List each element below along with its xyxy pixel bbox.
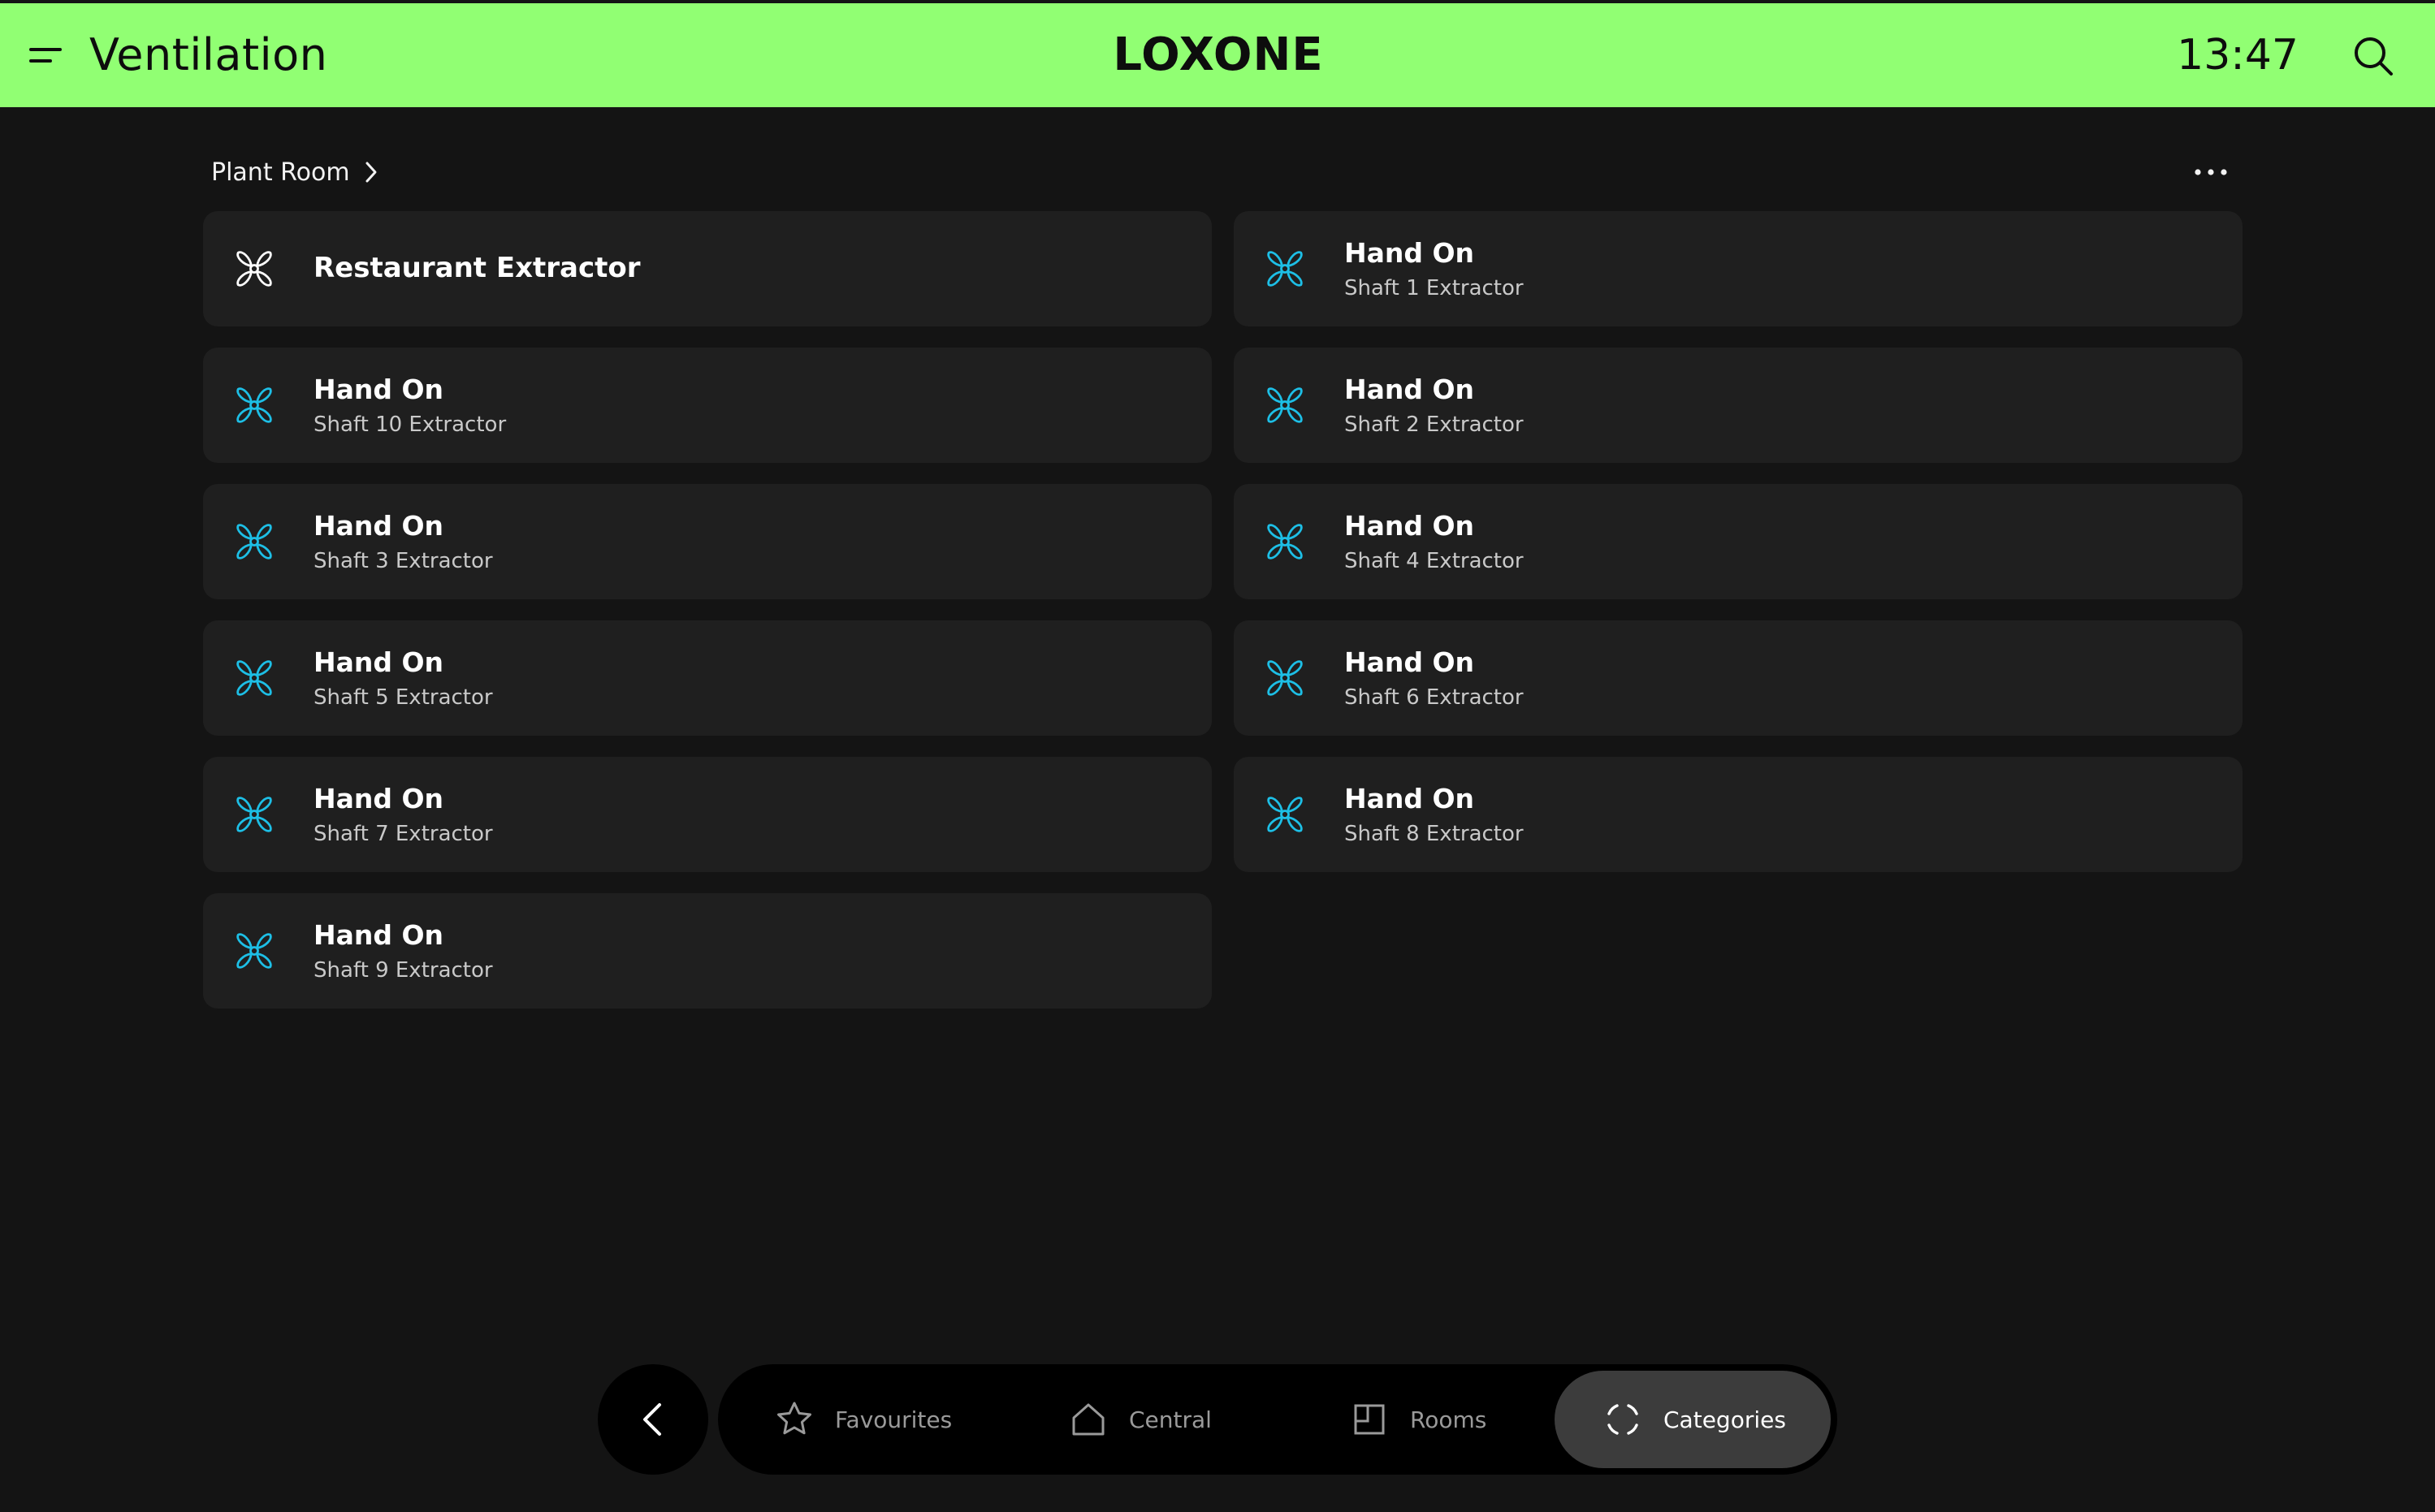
nav-categories[interactable]: Categories: [1555, 1371, 1831, 1468]
fan-icon: [1258, 242, 1312, 296]
ventilation-tile[interactable]: Restaurant Extractor: [203, 211, 1212, 326]
tile-subtitle: Shaft 1 Extractor: [1344, 276, 1524, 300]
fan-icon: [1258, 651, 1312, 705]
nav-rooms[interactable]: Rooms: [1350, 1371, 1529, 1468]
more-dots-icon: [2195, 169, 2227, 175]
nav-favourites[interactable]: Favourites: [775, 1371, 986, 1468]
menu-button[interactable]: [28, 39, 65, 71]
back-button[interactable]: [598, 1364, 708, 1475]
nav-label: Categories: [1663, 1406, 1786, 1433]
breadcrumb-label: Plant Room: [211, 158, 350, 187]
breadcrumb[interactable]: Plant Room: [211, 151, 379, 193]
fan-icon: [227, 651, 281, 705]
tile-title: Hand On: [314, 374, 444, 405]
tile-title: Hand On: [314, 646, 444, 678]
ventilation-tile[interactable]: Hand On Shaft 6 Extractor: [1234, 620, 2243, 736]
tile-title: Hand On: [314, 510, 444, 542]
tile-title: Restaurant Extractor: [314, 252, 641, 284]
tile-subtitle: Shaft 7 Extractor: [314, 822, 493, 846]
chevron-left-icon: [643, 1403, 661, 1436]
categories-icon: [1607, 1404, 1638, 1435]
fan-icon: [227, 788, 281, 841]
fan-icon: [227, 378, 281, 432]
tile-title: Hand On: [1344, 374, 1475, 405]
tile-title: Hand On: [1344, 646, 1475, 678]
nav-label: Favourites: [835, 1406, 953, 1433]
tile-title: Hand On: [1344, 237, 1475, 269]
bottom-navigation: Favourites Central Rooms Categories: [718, 1364, 1837, 1475]
ventilation-tile[interactable]: Hand On Shaft 3 Extractor: [203, 484, 1212, 599]
nav-central[interactable]: Central: [1069, 1371, 1256, 1468]
tile-subtitle: Shaft 8 Extractor: [1344, 822, 1524, 846]
fan-icon: [227, 924, 281, 978]
fan-icon: [1258, 515, 1312, 568]
tile-title: Hand On: [1344, 510, 1475, 542]
more-options-button[interactable]: [2191, 156, 2230, 188]
tile-subtitle: Shaft 4 Extractor: [1344, 549, 1524, 573]
tile-title: Hand On: [1344, 783, 1475, 814]
page-title: Ventilation: [89, 29, 328, 80]
tile-title: Hand On: [314, 919, 444, 951]
clock: 13:47: [2177, 31, 2299, 80]
tile-subtitle: Shaft 5 Extractor: [314, 685, 493, 710]
home-icon: [1072, 1403, 1105, 1436]
ventilation-tile[interactable]: Hand On Shaft 2 Extractor: [1234, 348, 2243, 463]
search-button[interactable]: [2351, 34, 2395, 78]
tile-subtitle: Shaft 10 Extractor: [314, 413, 507, 437]
fan-icon: [227, 515, 281, 568]
ventilation-tile[interactable]: Hand On Shaft 10 Extractor: [203, 348, 1212, 463]
fan-icon: [1258, 378, 1312, 432]
room-icon: [1354, 1404, 1385, 1435]
ventilation-tile[interactable]: Hand On Shaft 9 Extractor: [203, 893, 1212, 1009]
nav-label: Central: [1129, 1406, 1212, 1433]
ventilation-tile[interactable]: Hand On Shaft 7 Extractor: [203, 757, 1212, 872]
ventilation-tile[interactable]: Hand On Shaft 1 Extractor: [1234, 211, 2243, 326]
ventilation-tile[interactable]: Hand On Shaft 5 Extractor: [203, 620, 1212, 736]
ventilation-tile[interactable]: Hand On Shaft 4 Extractor: [1234, 484, 2243, 599]
tile-subtitle: Shaft 3 Extractor: [314, 549, 493, 573]
fan-icon: [227, 242, 281, 296]
hamburger-menu-icon: [29, 48, 62, 63]
top-bar: Ventilation LOXONE 13:47: [0, 3, 2435, 107]
nav-label: Rooms: [1410, 1406, 1487, 1433]
tile-title: Hand On: [314, 783, 444, 814]
search-icon: [2355, 37, 2393, 76]
tile-subtitle: Shaft 6 Extractor: [1344, 685, 1524, 710]
star-icon: [777, 1402, 811, 1435]
tile-subtitle: Shaft 2 Extractor: [1344, 413, 1524, 437]
tile-subtitle: Shaft 9 Extractor: [314, 958, 493, 983]
chevron-right-icon: [365, 162, 377, 183]
ventilation-tile[interactable]: Hand On Shaft 8 Extractor: [1234, 757, 2243, 872]
fan-icon: [1258, 788, 1312, 841]
loxone-logo: LOXONE: [1113, 28, 1324, 81]
